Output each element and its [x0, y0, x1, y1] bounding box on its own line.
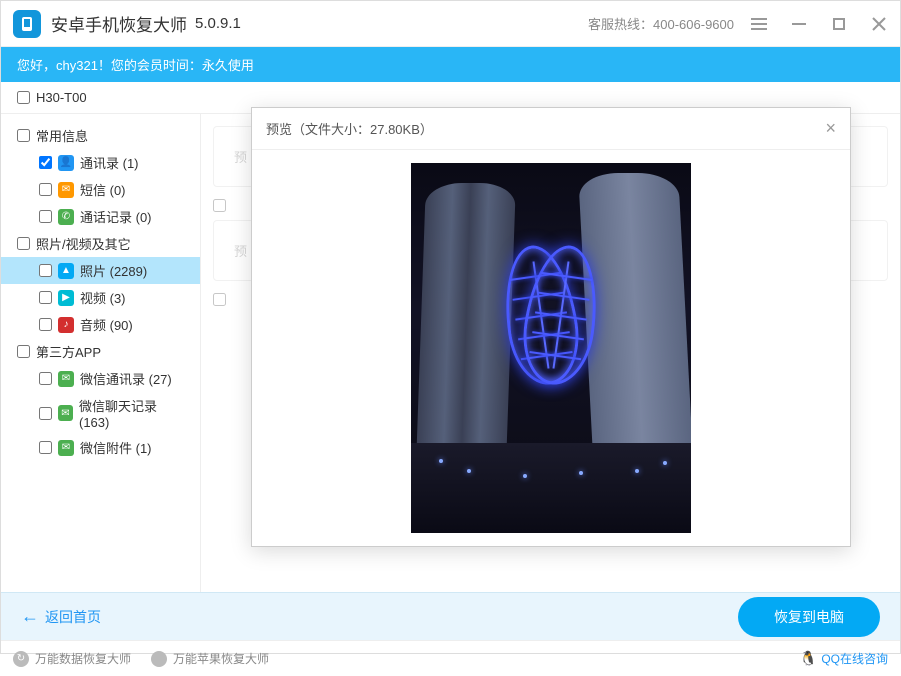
audio-icon: ♪	[58, 317, 74, 333]
sidebar-group-common[interactable]: 常用信息	[1, 122, 200, 149]
maximize-icon[interactable]	[830, 15, 848, 33]
preview-image	[411, 163, 691, 533]
apple-icon	[151, 651, 167, 667]
photo-icon: ▲	[58, 263, 74, 279]
device-name: H30-T00	[36, 90, 87, 105]
footer-link-apple-recovery[interactable]: 万能苹果恢复大师	[151, 650, 269, 667]
filter-checkbox-2[interactable]	[213, 293, 226, 306]
modal-header: 预览（文件大小：27.80KB） ×	[252, 108, 850, 150]
footer-link-data-recovery[interactable]: ↻万能数据恢复大师	[13, 650, 131, 667]
qq-icon: 🐧	[800, 650, 817, 667]
footer: ↻万能数据恢复大师 万能苹果恢复大师 🐧QQ在线咨询	[1, 640, 900, 676]
wx-attach-checkbox[interactable]	[39, 441, 52, 454]
wechat-icon: ✉	[58, 440, 74, 456]
wechat-icon: ✉	[58, 405, 73, 421]
contacts-checkbox[interactable]	[39, 156, 52, 169]
modal-title: 预览（文件大小：27.80KB）	[266, 119, 433, 138]
sidebar-group-thirdparty[interactable]: 第三方APP	[1, 338, 200, 365]
app-title: 安卓手机恢复大师	[51, 11, 187, 36]
video-icon: ▶	[58, 290, 74, 306]
app-version: 5.0.9.1	[195, 15, 241, 32]
group-common-checkbox[interactable]	[17, 129, 30, 142]
hotline-label: 客服热线：400-606-9600	[588, 14, 734, 33]
back-home-link[interactable]: 返回首页	[21, 606, 101, 627]
group-media-checkbox[interactable]	[17, 237, 30, 250]
photos-checkbox[interactable]	[39, 264, 52, 277]
device-checkbox[interactable]	[17, 91, 30, 104]
sidebar-item-wx-contacts[interactable]: ✉微信通讯录 (27)	[1, 365, 200, 392]
welcome-banner: 您好，chy321！您的会员时间：永久使用	[1, 47, 900, 82]
sms-checkbox[interactable]	[39, 183, 52, 196]
calllog-checkbox[interactable]	[39, 210, 52, 223]
group-third-checkbox[interactable]	[17, 345, 30, 358]
sidebar-item-videos[interactable]: ▶视频 (3)	[1, 284, 200, 311]
filter-checkbox[interactable]	[213, 199, 226, 212]
app-icon	[13, 10, 41, 38]
sidebar-item-audio[interactable]: ♪音频 (90)	[1, 311, 200, 338]
videos-checkbox[interactable]	[39, 291, 52, 304]
call-icon: ✆	[58, 209, 74, 225]
sidebar-item-calllog[interactable]: ✆通话记录 (0)	[1, 203, 200, 230]
sidebar-item-wx-chat[interactable]: ✉微信聊天记录 (163)	[1, 392, 200, 434]
wechat-icon: ✉	[58, 371, 74, 387]
audio-checkbox[interactable]	[39, 318, 52, 331]
recover-button[interactable]: 恢复到电脑	[738, 597, 880, 637]
recovery-icon: ↻	[13, 651, 29, 667]
modal-body	[252, 150, 850, 546]
bottombar: 返回首页 恢复到电脑	[1, 592, 900, 640]
modal-close-icon[interactable]: ×	[825, 118, 836, 139]
preview-modal: 预览（文件大小：27.80KB） ×	[251, 107, 851, 547]
wx-contacts-checkbox[interactable]	[39, 372, 52, 385]
qq-support-link[interactable]: 🐧QQ在线咨询	[800, 650, 888, 667]
sidebar-item-contacts[interactable]: 👤通讯录 (1)	[1, 149, 200, 176]
sidebar: 常用信息 👤通讯录 (1) ✉短信 (0) ✆通话记录 (0) 照片/视频及其它…	[1, 114, 201, 592]
wx-chat-checkbox[interactable]	[39, 407, 52, 420]
sidebar-item-wx-attach[interactable]: ✉微信附件 (1)	[1, 434, 200, 461]
contacts-icon: 👤	[58, 155, 74, 171]
sidebar-item-sms[interactable]: ✉短信 (0)	[1, 176, 200, 203]
titlebar: 安卓手机恢复大师 5.0.9.1 客服热线：400-606-9600	[1, 1, 900, 47]
sidebar-group-media[interactable]: 照片/视频及其它	[1, 230, 200, 257]
minimize-icon[interactable]	[790, 15, 808, 33]
sms-icon: ✉	[58, 182, 74, 198]
close-icon[interactable]	[870, 15, 888, 33]
menu-icon[interactable]	[750, 15, 768, 33]
sidebar-item-photos[interactable]: ▲照片 (2289)	[1, 257, 200, 284]
